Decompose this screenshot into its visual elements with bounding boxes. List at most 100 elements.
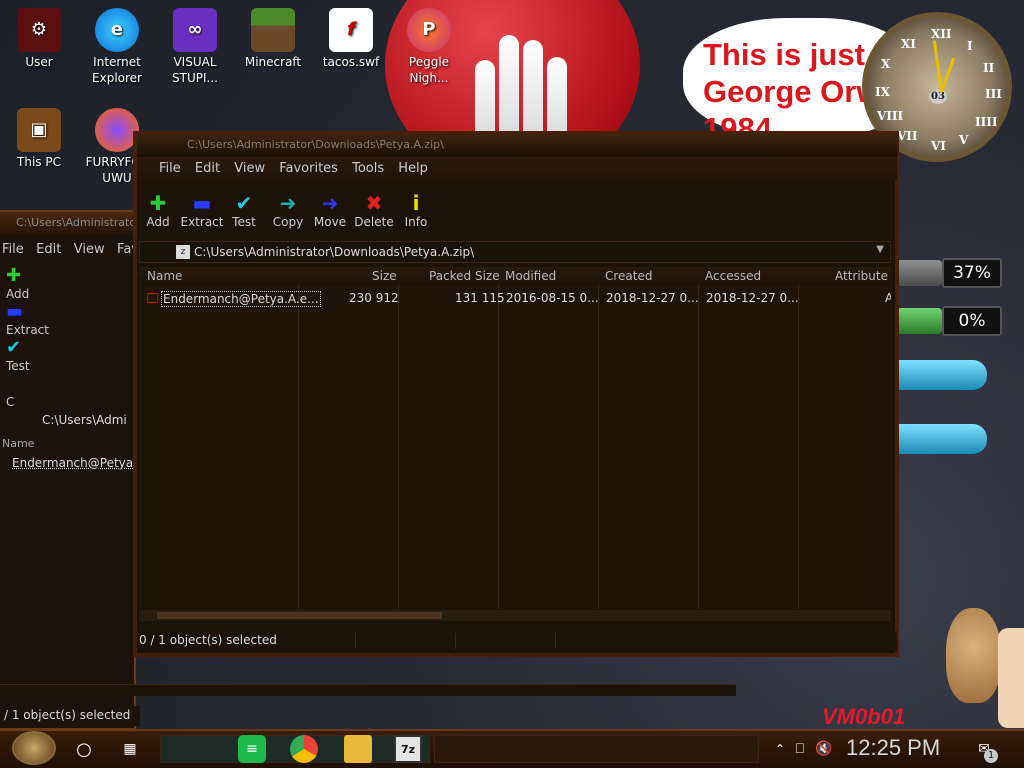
column-header-created[interactable]: Created (605, 269, 653, 283)
cell-size: 230 912 (349, 291, 399, 305)
clock-numeral: XI (901, 37, 916, 51)
status-text: 0 / 1 object(s) selected (139, 633, 277, 647)
clock-numeral: V (959, 133, 969, 147)
window-title: C:\Users\Administrator\Downloads\Petya.A… (137, 135, 897, 157)
tool-label: Delete (354, 215, 394, 229)
desktop-icon-tacos-swf[interactable]: f tacos.swf (314, 8, 388, 70)
7zip-taskbar-icon[interactable]: 7z (394, 735, 422, 763)
desktop-icon-user[interactable]: ⚙ User (2, 8, 76, 70)
clock-numeral: III (985, 87, 1002, 101)
cartoon-face-image (998, 628, 1024, 728)
cell-packed-size: 131 115 (455, 291, 505, 305)
tool-label: Test (6, 359, 30, 373)
back-7zip-window[interactable]: C:\Users\Administrator\Downloads\Petya.A… (0, 210, 156, 730)
gauge-bar-disk (897, 308, 942, 334)
desktop-icon-minecraft[interactable]: Minecraft (236, 8, 310, 70)
speech-bubble-text: This is just like George Orwell's 1984 (703, 37, 888, 136)
tool-label: Add (146, 215, 170, 229)
back-window-status: / 1 object(s) selected (0, 706, 140, 726)
back-window-address[interactable]: C:\Users\Admi (42, 413, 134, 427)
taskbar-empty-area (434, 735, 759, 763)
watermark-text: VM0b01 (822, 704, 906, 729)
gauge-bar-cpu (897, 260, 942, 286)
address-bar[interactable]: z C:\Users\Administrator\Downloads\Petya… (139, 241, 891, 263)
menu-help[interactable]: Help (398, 161, 428, 176)
menu-view[interactable]: View (234, 161, 265, 176)
column-header-name[interactable]: Name (147, 269, 182, 283)
volume-muted-icon[interactable]: 🔇 (810, 735, 838, 763)
plus-icon: ✚ (6, 265, 22, 286)
firefox-icon (95, 108, 139, 152)
main-7zip-window[interactable]: C:\Users\Administrator\Downloads\Petya.A… (136, 134, 897, 654)
desktop-icon-peggle[interactable]: P Peggle Nigh... (392, 8, 466, 86)
back-window-file-row[interactable]: Endermanch@Petya.A.e (0, 456, 156, 470)
notification-badge: 1 (984, 749, 998, 763)
hamster-image (946, 608, 1001, 703)
tool-label: Extract (6, 323, 49, 337)
clock-numeral: VII (897, 129, 918, 143)
desktop-icon-internet-explorer[interactable]: e Internet Explorer (80, 8, 154, 86)
add-button[interactable]: ✚ Add (6, 265, 126, 301)
clock-numeral: X (881, 57, 891, 71)
menu-tools[interactable]: Tools (352, 161, 384, 176)
desktop-icon-label: VISUAL STUPI... (172, 55, 218, 85)
clock-numeral: VI (931, 139, 946, 153)
file-explorer-icon[interactable] (344, 735, 372, 763)
menu-view[interactable]: View (74, 242, 105, 257)
column-header-modified[interactable]: Modified (505, 269, 556, 283)
desktop-icon-label: tacos.swf (322, 55, 380, 69)
column-header-attributes[interactable]: Attribute (835, 269, 888, 283)
chrome-icon[interactable] (290, 735, 318, 763)
visual-studio-icon: ∞ (173, 8, 217, 52)
plus-icon: ✚ (149, 191, 167, 215)
column-header-size[interactable]: Size (372, 269, 397, 283)
copy-button[interactable]: C (6, 373, 126, 409)
taskbar-clock[interactable]: 12:25 PM (846, 735, 940, 761)
back-window-menubar: File Edit View Favo (0, 234, 147, 265)
cell-modified: 2016-08-15 0... (506, 291, 599, 305)
column-header-packed-size[interactable]: Packed Size (429, 269, 500, 283)
minecraft-icon (251, 8, 295, 52)
toolbar: ✚ Add ▬ Extract ✔ Test ➜ Copy ➜ Move ✖ Delete … (137, 185, 897, 237)
menu-edit[interactable]: Edit (195, 161, 220, 176)
dropdown-arrow-icon[interactable]: ▼ (876, 244, 884, 255)
column-header-name[interactable]: Name (0, 437, 134, 450)
gauge-tube-1 (897, 360, 987, 390)
column-header-accessed[interactable]: Accessed (705, 269, 761, 283)
add-button[interactable]: ✚ Add (133, 191, 183, 229)
clock-numeral: I (967, 39, 973, 53)
test-button[interactable]: ✔ Test (219, 191, 269, 229)
desktop-icon-visual-studio[interactable]: ∞ VISUAL STUPI... (158, 8, 232, 86)
tool-label: Move (313, 215, 347, 229)
gauge-value-cpu: 37% (942, 258, 1002, 288)
tool-label: Extract (180, 215, 224, 229)
menu-file[interactable]: File (159, 161, 181, 176)
clock-numeral: VIII (877, 109, 904, 123)
cell-name: Endermanch@Petya.A.e... (161, 291, 321, 307)
menu-favorites[interactable]: Favorites (279, 161, 338, 176)
menu-file[interactable]: File (2, 242, 24, 257)
tool-label: Add (6, 287, 30, 301)
info-button[interactable]: i Info (391, 191, 441, 229)
clock-numeral: IIII (975, 115, 998, 129)
cortana-circle-icon[interactable]: ○ (70, 735, 98, 763)
file-list[interactable] (139, 267, 891, 609)
this-pc-icon: ▣ (17, 108, 61, 152)
copy-icon (6, 373, 126, 395)
menu-edit[interactable]: Edit (36, 242, 61, 257)
desktop-icon-label: Internet Explorer (92, 55, 142, 85)
back-window-scrollbar[interactable] (0, 684, 736, 696)
test-button[interactable]: ✔ Test (6, 337, 126, 373)
table-row[interactable]: Endermanch@Petya.A.e... 230 912 131 115 … (139, 289, 891, 307)
extract-button[interactable]: ▬ Extract (6, 301, 126, 337)
start-button[interactable] (12, 731, 56, 765)
notes-app-icon[interactable]: ≡ (238, 735, 266, 763)
address-text: C:\Users\Administrator\Downloads\Petya.A… (194, 245, 475, 259)
flash-file-icon: f (329, 8, 373, 52)
scrollbar-thumb[interactable] (157, 612, 442, 619)
desktop-icon-this-pc[interactable]: ▣ This PC (2, 108, 76, 170)
info-icon: i (412, 191, 420, 215)
move-button[interactable]: ➜ Move (305, 191, 355, 229)
task-view-icon[interactable]: ▦ (116, 735, 144, 763)
gauge-value-disk: 0% (942, 306, 1002, 336)
